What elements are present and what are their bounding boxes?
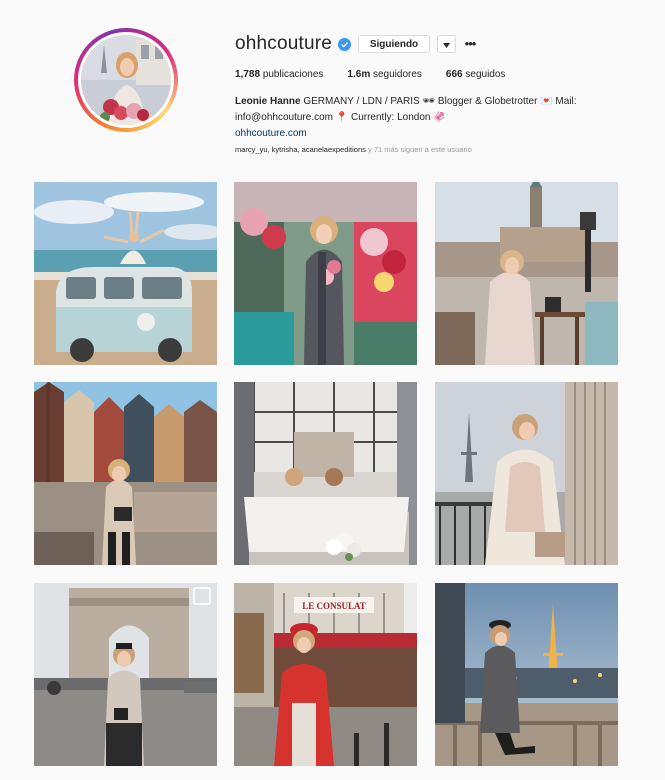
bio-line-1: GERMANY / LDN / PARIS 🕶 Blogger & Globet…: [300, 96, 577, 107]
followed-by-names: marcy_yu, kytrisha, acanelaexpeditions: [235, 145, 366, 154]
post-image-hamburg-cafe: [435, 182, 618, 365]
post-tile[interactable]: [435, 583, 618, 766]
post-tile[interactable]: [34, 583, 217, 766]
suggestions-dropdown-button[interactable]: [437, 35, 456, 53]
profile-avatar-ring[interactable]: [74, 28, 178, 132]
post-tile[interactable]: [234, 382, 417, 565]
dropdown-arrow-icon: [443, 35, 450, 53]
followers-label: seguidores: [373, 69, 422, 80]
profile-bio: Leonie Hanne GERMANY / LDN / PARIS 🕶 Blo…: [235, 94, 580, 142]
username: ohhcouture: [235, 33, 333, 54]
followed-by-text[interactable]: marcy_yu, kytrisha, acanelaexpeditions y…: [235, 145, 472, 154]
posts-count: 1,788 publicaciones: [235, 69, 323, 80]
followers-number: 1.6m: [347, 69, 371, 80]
posts-label: publicaciones: [262, 69, 324, 80]
bio-full-name: Leonie Hanne: [235, 96, 301, 107]
verified-badge-icon: [338, 37, 352, 51]
followers-count[interactable]: 1.6m seguidores: [347, 69, 422, 80]
profile-website-link[interactable]: ohhcouture.com: [235, 128, 307, 139]
posts-number: 1,788: [235, 69, 261, 80]
post-image-flower-shop: [234, 182, 417, 365]
post-tile[interactable]: [435, 382, 618, 565]
profile-avatar[interactable]: [78, 32, 174, 128]
post-image-eiffel-night: [435, 583, 618, 766]
more-options-button[interactable]: •••: [463, 35, 477, 51]
following-button[interactable]: Siguiendo: [358, 35, 430, 53]
following-label: seguidos: [465, 69, 506, 80]
post-tile[interactable]: [34, 382, 217, 565]
bio-line-2: info@ohhcouture.com 📍 Currently: London …: [235, 112, 446, 123]
post-tile[interactable]: LE CONSULAT: [234, 583, 417, 766]
following-count[interactable]: 666 seguidos: [446, 69, 506, 80]
post-image-beach-van: [34, 182, 217, 365]
post-image-le-consulat: LE CONSULAT: [234, 583, 417, 766]
post-tile[interactable]: [34, 182, 217, 365]
post-tile[interactable]: [234, 182, 417, 365]
post-image-canal-houses: [34, 382, 217, 565]
username-row: ohhcouture: [235, 33, 352, 55]
post-image-arc-de-triomphe: [34, 583, 217, 766]
post-image-bathtub-loft: [234, 382, 417, 565]
le-consulat-sign: LE CONSULAT: [302, 601, 366, 611]
more-options-icon: •••: [464, 35, 477, 51]
post-image-eiffel-balcony: [435, 382, 618, 565]
profile-stats: 1,788 publicaciones 1.6m seguidores 666 …: [235, 69, 529, 80]
followed-by-rest: y 71 más siguen a este usuario: [365, 145, 472, 154]
post-tile[interactable]: [435, 182, 618, 365]
following-number: 666: [445, 69, 463, 80]
